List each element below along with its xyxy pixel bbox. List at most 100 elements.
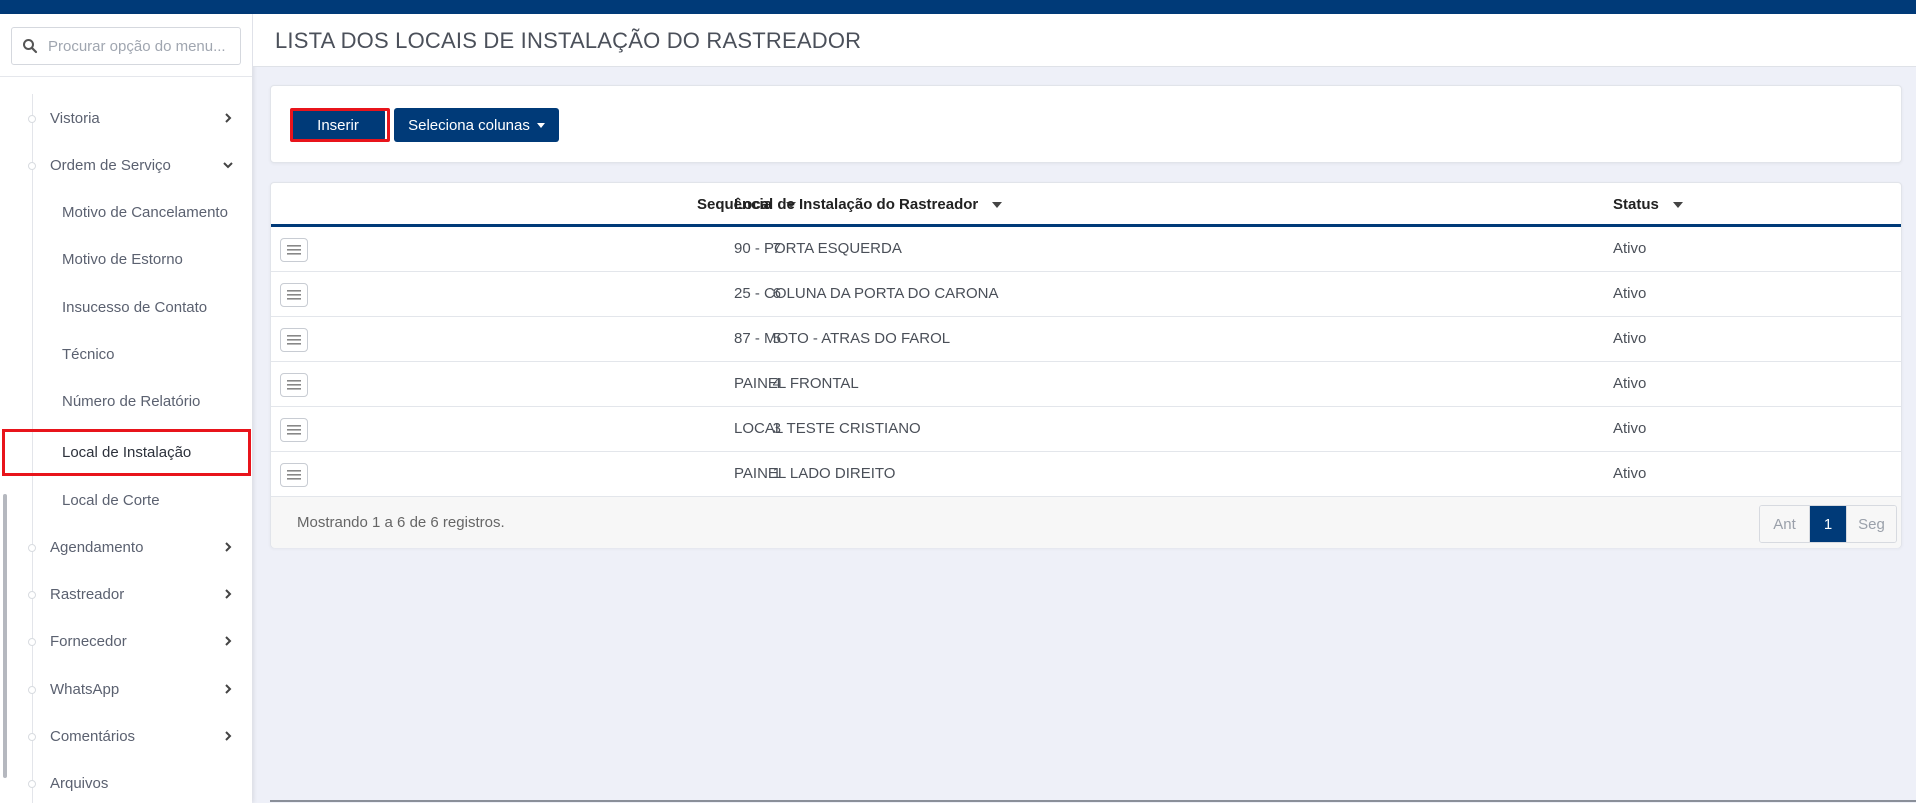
sidebar-item-motivo-de-estorno[interactable]: Motivo de Estorno — [0, 236, 252, 283]
sidebar-item-label: Local de Instalação — [62, 444, 192, 461]
search-icon — [12, 38, 48, 54]
table-header: Sequência Local de Instalação do Rastrea… — [271, 183, 1901, 227]
sidebar-item-label: Fornecedor — [50, 633, 127, 650]
sidebar-item-label: Rastreador — [50, 586, 125, 603]
table-row: 7 90 - PORTA ESQUERDA Ativo — [271, 227, 1901, 272]
sort-caret-icon — [992, 201, 1003, 208]
row-menu-button[interactable] — [280, 463, 308, 487]
insert-button[interactable]: Inserir — [291, 109, 385, 141]
sidebar-item-arquivos[interactable]: Arquivos — [0, 760, 252, 803]
table-row: 3 LOCAL TESTE CRISTIANO Ativo — [271, 407, 1901, 452]
tree-node-icon — [28, 161, 36, 170]
column-header-label: Status — [1613, 196, 1659, 213]
sidebar-item-rastreador[interactable]: Rastreador — [0, 571, 252, 618]
menu-search-input[interactable] — [48, 37, 228, 55]
table-row: 4 PAINEL FRONTAL Ativo — [271, 362, 1901, 407]
records-info: Mostrando 1 a 6 de 6 registros. — [297, 514, 505, 531]
sidebar-item-label: Vistoria — [50, 110, 100, 127]
sidebar-item-tecnico[interactable]: Técnico — [0, 331, 252, 378]
table-row: 1 PAINEL LADO DIREITO Ativo — [271, 452, 1901, 497]
page-title: LISTA DOS LOCAIS DE INSTALAÇÃO DO RASTRE… — [275, 28, 862, 53]
cell-local: 25 - COLUNA DA PORTA DO CARONA — [734, 285, 999, 302]
sidebar-item-agendamento[interactable]: Agendamento — [0, 524, 252, 571]
table-row: 5 87 - MOTO - ATRAS DO FAROL Ativo — [271, 317, 1901, 362]
hamburger-icon — [287, 335, 301, 345]
sidebar-item-label: Insucesso de Contato — [62, 299, 208, 316]
hamburger-icon — [287, 470, 301, 480]
cell-status: Ativo — [1613, 330, 1647, 347]
caret-down-icon — [536, 122, 545, 128]
sidebar-item-fornecedor[interactable]: Fornecedor — [0, 618, 252, 665]
chevron-right-icon — [220, 728, 236, 744]
sidebar-item-numero-de-relatorio[interactable]: Número de Relatório — [0, 378, 252, 425]
chevron-right-icon — [220, 633, 236, 649]
table-row: 6 25 - COLUNA DA PORTA DO CARONA Ativo — [271, 272, 1901, 317]
sidebar-item-vistoria[interactable]: Vistoria — [0, 95, 252, 142]
sidebar-item-label: Ordem de Serviço — [50, 157, 171, 174]
sidebar-item-label: Motivo de Estorno — [62, 251, 183, 268]
sidebar-item-insucesso-de-contato[interactable]: Insucesso de Contato — [0, 284, 252, 331]
sidebar-item-label: Número de Relatório — [62, 393, 201, 410]
hamburger-icon — [287, 245, 301, 255]
sidebar-item-label: Comentários — [50, 728, 136, 745]
chevron-right-icon — [220, 586, 236, 602]
sidebar-item-local-de-instalacao[interactable]: Local de Instalação — [0, 429, 252, 476]
tree-node-icon — [28, 685, 36, 694]
pagination-prev-button[interactable]: Ant — [1760, 506, 1810, 542]
column-header-status[interactable]: Status — [1613, 196, 1683, 213]
chevron-right-icon — [220, 110, 236, 126]
cell-local: PAINEL LADO DIREITO — [734, 465, 896, 482]
select-columns-button[interactable]: Seleciona colunas — [394, 108, 559, 142]
tree-node-icon — [28, 779, 36, 788]
cell-status: Ativo — [1613, 420, 1647, 437]
hamburger-icon — [287, 380, 301, 390]
row-menu-button[interactable] — [280, 373, 308, 397]
sidebar-item-local-de-corte[interactable]: Local de Corte — [0, 477, 252, 524]
sidebar: Vistoria Ordem de Serviço Motivo de Canc… — [0, 14, 252, 803]
column-header-label: Local de Instalação do Rastreador — [734, 196, 979, 213]
pagination-next-button[interactable]: Seg — [1846, 506, 1896, 542]
cell-local: 87 - MOTO - ATRAS DO FAROL — [734, 330, 951, 347]
table-footer: Mostrando 1 a 6 de 6 registros. Ant 1 Se… — [271, 496, 1901, 548]
sidebar-item-label: Técnico — [62, 346, 115, 363]
sidebar-item-label: Motivo de Cancelamento — [62, 204, 228, 221]
sort-caret-icon — [1672, 201, 1683, 208]
sidebar-item-label: WhatsApp — [50, 681, 120, 698]
row-menu-button[interactable] — [280, 283, 308, 307]
tree-node-icon — [28, 732, 36, 741]
chevron-right-icon — [220, 681, 236, 697]
cell-status: Ativo — [1613, 375, 1647, 392]
sidebar-item-label: Agendamento — [50, 539, 144, 556]
pagination: Ant 1 Seg — [1759, 505, 1897, 543]
cell-local: PAINEL FRONTAL — [734, 375, 859, 392]
sidebar-item-motivo-de-cancelamento[interactable]: Motivo de Cancelamento — [0, 189, 252, 236]
cell-local: LOCAL TESTE CRISTIANO — [734, 420, 921, 437]
sidebar-item-whatsapp[interactable]: WhatsApp — [0, 666, 252, 713]
chevron-down-icon — [220, 157, 236, 173]
cell-status: Ativo — [1613, 240, 1647, 257]
tree-node-icon — [28, 590, 36, 599]
sidebar-item-label: Arquivos — [50, 775, 109, 792]
row-menu-button[interactable] — [280, 418, 308, 442]
chevron-right-icon — [220, 539, 236, 555]
row-menu-button[interactable] — [280, 328, 308, 352]
data-table: Sequência Local de Instalação do Rastrea… — [270, 182, 1902, 548]
tree-node-icon — [28, 114, 36, 123]
bottom-divider — [270, 800, 1916, 802]
row-menu-button[interactable] — [280, 238, 308, 262]
sidebar-item-ordem-de-servico[interactable]: Ordem de Serviço — [0, 142, 252, 189]
page-header: LISTA DOS LOCAIS DE INSTALAÇÃO DO RASTRE… — [253, 14, 1916, 67]
toolbar-panel: Inserir Seleciona colunas — [270, 85, 1902, 163]
cell-local: 90 - PORTA ESQUERDA — [734, 240, 902, 257]
tree-node-icon — [28, 543, 36, 552]
cell-status: Ativo — [1613, 285, 1647, 302]
pagination-page-button[interactable]: 1 — [1810, 506, 1846, 542]
column-header-local[interactable]: Local de Instalação do Rastreador — [734, 196, 1003, 213]
select-columns-label: Seleciona colunas — [408, 116, 530, 134]
menu-search[interactable] — [11, 27, 241, 65]
sidebar-item-label: Local de Corte — [62, 492, 160, 509]
sidebar-divider — [0, 76, 252, 77]
hamburger-icon — [287, 425, 301, 435]
sidebar-item-comentarios[interactable]: Comentários — [0, 713, 252, 760]
top-bar — [0, 0, 1916, 14]
